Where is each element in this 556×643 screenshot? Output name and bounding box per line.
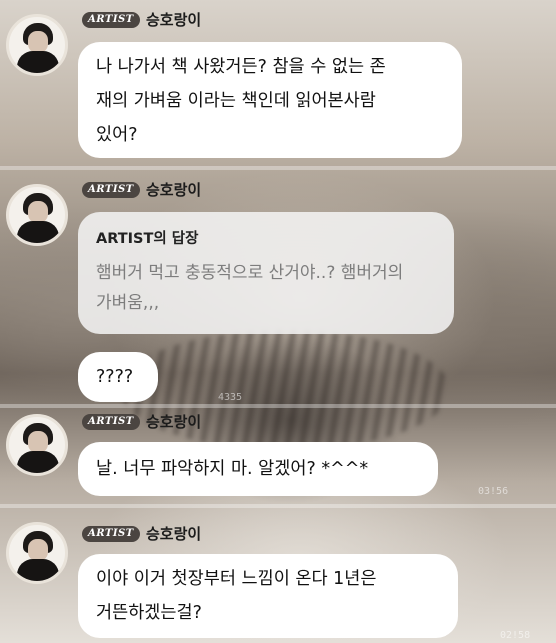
watermark-text: 02!58 bbox=[500, 630, 531, 641]
avatar[interactable] bbox=[6, 522, 68, 584]
screenshot-seam bbox=[0, 404, 556, 408]
message-line: ???? bbox=[96, 367, 134, 387]
sender-name: 승호랑이 bbox=[146, 11, 202, 29]
reply-quote-bubble[interactable]: ARTIST의 답장 햄버거 먹고 충동적으로 산거야..? 햄버거의 가벼움,… bbox=[78, 212, 454, 334]
artist-badge: ARTIST bbox=[82, 414, 140, 430]
message-line: 나 나가서 책 사왔거든? 참을 수 없는 존 bbox=[96, 57, 386, 77]
reply-title: ARTIST의 답장 bbox=[96, 231, 199, 247]
quoted-line: 햄버거 먹고 충동적으로 산거야..? 햄버거의 bbox=[96, 263, 404, 283]
message-line: 이야 이거 첫장부터 느낌이 온다 1년은 bbox=[96, 569, 377, 589]
watermark-text: 03!56 bbox=[478, 486, 509, 497]
message-bubble[interactable]: 나 나가서 책 사왔거든? 참을 수 없는 존 재의 가벼움 이라는 책인데 읽… bbox=[78, 42, 462, 158]
artist-badge: ARTIST bbox=[82, 526, 140, 542]
sender-name: 승호랑이 bbox=[146, 413, 202, 431]
message-line: 날. 너무 파악하지 마. 알겠어? *^^* bbox=[96, 459, 369, 479]
sender-name: 승호랑이 bbox=[146, 181, 202, 199]
message-bubble[interactable]: 날. 너무 파악하지 마. 알겠어? *^^* bbox=[78, 442, 438, 496]
message-bubble[interactable]: 이야 이거 첫장부터 느낌이 온다 1년은 거뜬하겠는걸? bbox=[78, 554, 458, 638]
avatar[interactable] bbox=[6, 184, 68, 246]
screenshot-seam bbox=[0, 166, 556, 170]
quoted-line: 가벼움,,, bbox=[96, 293, 160, 313]
sender-name: 승호랑이 bbox=[146, 525, 202, 543]
message-line: 재의 가벼움 이라는 책인데 읽어본사람 bbox=[96, 91, 376, 111]
screenshot-seam bbox=[0, 504, 556, 508]
avatar[interactable] bbox=[6, 414, 68, 476]
artist-badge: ARTIST bbox=[82, 182, 140, 198]
artist-badge: ARTIST bbox=[82, 12, 140, 28]
message-line: 있어? bbox=[96, 125, 138, 145]
message-line: 거뜬하겠는걸? bbox=[96, 603, 202, 623]
cat-fur-stripes bbox=[120, 330, 450, 450]
watermark-text: 4335 bbox=[218, 392, 243, 403]
avatar[interactable] bbox=[6, 14, 68, 76]
message-bubble[interactable]: ???? bbox=[78, 352, 158, 402]
